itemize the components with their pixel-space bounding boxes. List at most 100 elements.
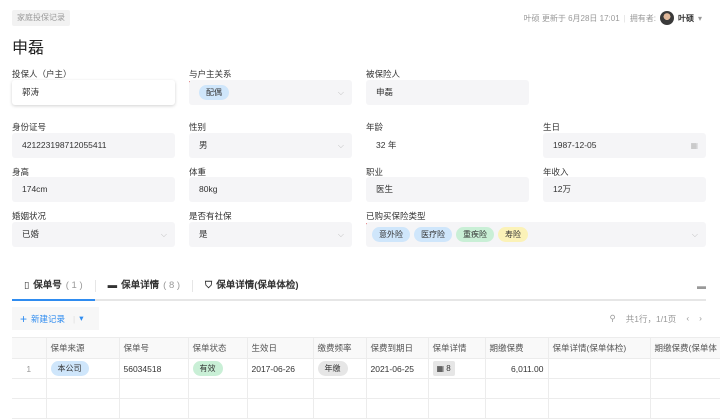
label-marital: 婚姻状况 (12, 211, 47, 221)
details-count: 8 (446, 364, 451, 373)
value: 是 (199, 229, 208, 239)
plus-icon: + (20, 311, 28, 326)
policyholder-field[interactable]: 郭涛 (12, 80, 175, 105)
new-record-label: 新建记录 (31, 313, 66, 324)
breadcrumb[interactable]: 家庭投保记录 (12, 10, 70, 26)
value: 已婚 (22, 229, 40, 239)
tab-label: 保单详情 (121, 280, 160, 291)
value: 174cm (22, 184, 48, 194)
caret-down-icon[interactable]: ▾ (79, 313, 83, 324)
label-social: 是否有社保 (189, 211, 232, 221)
label-birthday: 生日 (543, 122, 561, 132)
col-header[interactable]: 保单状态 (187, 337, 248, 359)
value: 421223198712055411 (22, 140, 107, 150)
frequency-tag: 年缴 (317, 361, 348, 376)
type-tag: 重疾险 (456, 227, 494, 242)
id-field[interactable]: 421223198712055411 (12, 133, 175, 158)
col-header[interactable]: 保单号 (118, 337, 189, 359)
col-header[interactable]: 保单详情 (427, 337, 486, 359)
types-select[interactable]: 意外险 医疗险 重疾险 寿险 ⌵ (366, 222, 706, 247)
empty-row (12, 398, 720, 419)
table-icon: ▦ (436, 364, 445, 373)
value: 医生 (376, 184, 394, 194)
cell-effective-date[interactable]: 2017-06-26 (246, 358, 314, 379)
owner-name[interactable]: 叶硕 (678, 13, 694, 24)
col-header[interactable]: 期缴保费(保单体 (649, 337, 720, 359)
empty-row (12, 378, 720, 399)
type-tag: 寿险 (498, 227, 528, 242)
chevron-down-icon: ⌵ (337, 88, 344, 97)
page-title: 申磊 (12, 40, 45, 57)
tab-count: ( 1 ) (65, 280, 83, 291)
value: 32 年 (376, 140, 397, 150)
label-policyholder: 投保人（户主） (12, 69, 72, 79)
col-header[interactable]: 保单详情(保单体检) (547, 337, 651, 359)
records-table: 保单来源 保单号 保单状态 生效日 缴费频率 保费到期日 保单详情 期缴保费 保单详情(保单体检… (12, 337, 720, 419)
cell-status[interactable]: 有效 (187, 358, 248, 379)
value: 12万 (553, 184, 571, 194)
chevron-down-icon: ⌵ (337, 230, 344, 239)
value: 80kg (199, 184, 218, 194)
folder-icon: ▬ (107, 280, 118, 291)
height-field[interactable]: 174cm (12, 177, 175, 202)
table-row[interactable]: 1 本公司 56034518 有效 2017-06-26 年缴 2021-06-… (12, 358, 720, 379)
tab-policy-checkup[interactable]: ⛉ 保单详情(保单体检) (193, 272, 310, 299)
cell-source[interactable]: 本公司 (45, 358, 120, 379)
next-page-icon[interactable]: › (699, 313, 702, 325)
col-header[interactable]: 期缴保费 (484, 337, 549, 359)
tab-count: ( 8 ) (163, 280, 181, 291)
social-select[interactable]: 是 ⌵ (189, 222, 352, 247)
tab-label: 保单详情(保单体检) (216, 280, 299, 291)
search-icon[interactable]: ⚲ (610, 313, 616, 325)
job-field[interactable]: 医生 (366, 177, 529, 202)
type-tag: 医疗险 (414, 227, 452, 242)
updated-text: 叶硕 更新于 6月28日 17:01 (523, 13, 620, 23)
chevron-down-icon: ⌵ (691, 230, 698, 239)
cell-checkup-premium[interactable] (649, 358, 720, 379)
source-tag: 本公司 (50, 361, 89, 376)
col-header[interactable]: 保单来源 (45, 337, 120, 359)
cell-details[interactable]: ▦ 8 (427, 358, 486, 379)
cell-checkup[interactable] (547, 358, 651, 379)
prev-page-icon[interactable]: ‹ (686, 313, 689, 325)
label-gender: 性别 (189, 122, 207, 132)
value: 申磊 (376, 87, 394, 97)
value: 郭涛 (22, 87, 40, 97)
cell-premium[interactable]: 6,011.00 (484, 358, 549, 379)
pagination: ⚲ 共1行，1/1页 ‹ › (610, 313, 702, 325)
chevron-down-icon: ⌵ (160, 230, 167, 239)
birthday-field[interactable]: 1987-12-05 ▦ (543, 133, 706, 158)
gender-select[interactable]: 男 ⌵ (189, 133, 352, 158)
tab-bar: ▯ 保单号( 1 ) ▬ 保单详情( 8 ) ⛉ 保单详情(保单体检) ▬ (12, 272, 706, 301)
table-header: 保单来源 保单号 保单状态 生效日 缴费频率 保费到期日 保单详情 期缴保费 保单详情(保单体检… (12, 337, 720, 359)
document-icon: ▯ (24, 280, 30, 291)
relation-select[interactable]: 配偶 ⌵ (189, 80, 352, 105)
caret-down-icon[interactable]: ▾ (698, 14, 702, 23)
tab-label: 保单号 (33, 280, 62, 291)
tab-policy-number[interactable]: ▯ 保单号( 1 ) (12, 272, 95, 301)
avatar (659, 11, 674, 25)
cell-policy-no[interactable]: 56034518 (118, 358, 189, 379)
col-header[interactable]: 保费到期日 (365, 337, 429, 359)
cell-frequency[interactable]: 年缴 (312, 358, 367, 379)
label-insured: 被保险人 (366, 69, 401, 79)
age-value: 32 年 (366, 133, 529, 158)
row-number: 1 (12, 358, 47, 379)
status-badge: 有效 (192, 361, 223, 376)
tab-policy-details[interactable]: ▬ 保单详情( 8 ) (96, 272, 192, 299)
marital-select[interactable]: 已婚 ⌵ (12, 222, 175, 247)
type-tag: 意外险 (372, 227, 410, 242)
page-info: 共1行，1/1页 (625, 314, 677, 324)
income-field[interactable]: 12万 (543, 177, 706, 202)
layout-icon[interactable]: ▬ (697, 281, 706, 291)
calendar-icon: ▦ (690, 141, 698, 150)
col-header[interactable]: 生效日 (246, 337, 314, 359)
insured-field[interactable]: 申磊 (366, 80, 529, 105)
chevron-down-icon: ⌵ (337, 141, 344, 150)
weight-field[interactable]: 80kg (189, 177, 352, 202)
label-id: 身份证号 (12, 122, 47, 132)
new-record-button[interactable]: + 新建记录 | ▾ (12, 307, 99, 330)
cell-expiry-date[interactable]: 2021-06-25 (365, 358, 429, 379)
col-header[interactable]: 缴费频率 (312, 337, 367, 359)
shield-icon: ⛉ (205, 280, 213, 291)
